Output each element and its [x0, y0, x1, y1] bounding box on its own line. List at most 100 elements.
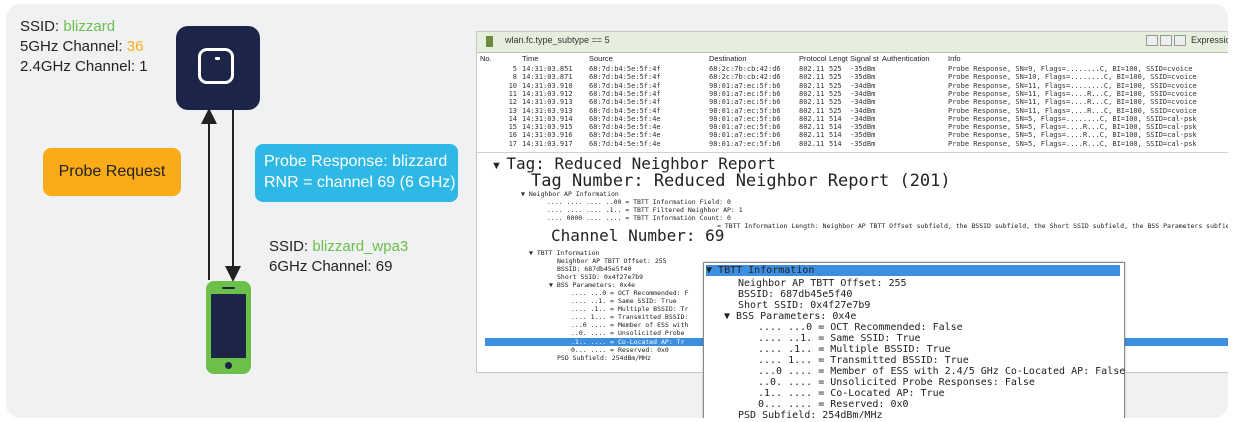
bss-multiple-bssid: .... .1.. = Multiple BSSID: Tr	[571, 305, 689, 313]
packet-cell: 514	[829, 114, 842, 123]
packet-row[interactable]: 12 14:31:03.913 68:7d:b4:5e:5f:4f 98:01:a7:…	[477, 98, 1228, 106]
packet-row[interactable]: 14 14:31:03.914 68:7d:b4:5e:5f:4e 98:01:a7:…	[477, 115, 1228, 123]
access-point-glyph	[198, 48, 234, 84]
clear-filter-icon[interactable]	[1146, 35, 1159, 47]
packet-cell: 525	[829, 65, 842, 73]
ap-5ghz-channel: 5GHz Channel: 36	[20, 38, 144, 55]
col-protocol[interactable]: Protocol	[799, 54, 827, 63]
packet-cell: 802.11	[799, 81, 825, 90]
bss-transmitted: .... 1... = Transmitted BSSID:	[571, 313, 689, 321]
packet-cell: -34dBm	[850, 114, 876, 123]
packet-cell: 98:01:a7:ec:5f:b6	[709, 98, 781, 107]
col-destination[interactable]: Destination	[709, 54, 747, 63]
packet-cell: 525	[829, 89, 842, 98]
probe-response-line2: RNR = channel 69 (6 GHz)	[264, 174, 456, 191]
packet-cell: Probe Response, SN=10, Flags=........C, …	[948, 73, 1197, 82]
packet-cell: -35dBm	[850, 131, 876, 140]
filter-dropdown-icon[interactable]	[1174, 35, 1187, 47]
col-no[interactable]: No.	[480, 54, 492, 63]
packet-row[interactable]: 15 14:31:03.915 68:7d:b4:5e:5f:4e 98:01:a7:…	[477, 123, 1228, 131]
packet-cell: -35dBm	[850, 139, 876, 148]
col-source[interactable]: Source	[589, 54, 613, 63]
packet-cell: -34dBm	[850, 106, 876, 115]
packet-cell: 68:7d:b4:5e:5f:4f	[589, 89, 661, 98]
packet-cell: 14:31:03.871	[522, 73, 573, 82]
packet-cell: 68:7d:b4:5e:5f:4f	[589, 98, 661, 107]
packet-row[interactable]: 10 14:31:03.910 68:7d:b4:5e:5f:4f 98:01:a7:…	[477, 82, 1228, 90]
packet-cell: 5	[512, 65, 517, 73]
access-point-led	[215, 57, 220, 60]
tbtt-count: .... 0000 .... .... = TBTT Information C…	[547, 214, 731, 222]
packet-row[interactable]: 16 14:31:03.916 68:7d:b4:5e:5f:4e 98:01:a7:…	[477, 131, 1228, 139]
tbtt-filtered: .... .... .... .1.. = TBTT Filtered Neig…	[547, 206, 743, 214]
col-info[interactable]: Info	[948, 54, 961, 63]
packet-cell: 98:01:a7:ec:5f:b6	[709, 81, 781, 90]
bss-member-ess: ...0 .... = Member of ESS with	[571, 321, 689, 329]
packet-cell: 68:7d:b4:5e:5f:4f	[589, 106, 661, 115]
packet-cell: 14:31:03.916	[522, 131, 573, 140]
arrows	[201, 108, 241, 282]
packet-cell: 68:7d:b4:5e:5f:4f	[589, 65, 661, 73]
packet-cell: 525	[829, 98, 842, 107]
bss-oct: .... ...0 = OCT Recommended: F	[571, 289, 689, 297]
col-auth[interactable]: Authentication	[882, 54, 930, 63]
col-length[interactable]: Lengt	[829, 54, 848, 63]
tbtt-information[interactable]: ▼ TBTT Information	[529, 249, 599, 257]
packet-cell: 16	[508, 131, 517, 140]
packet-cell: 68:7d:b4:5e:5f:4e	[589, 139, 661, 148]
neighbor-ap-info[interactable]: ▼ Neighbor AP Information	[521, 190, 619, 198]
packet-cell: 98:01:a7:ec:5f:b6	[709, 89, 781, 98]
expression-button[interactable]: Expression...	[1191, 35, 1228, 45]
tbtt-zoom-popup: ▼ TBTT Information Neighbor AP TBTT Offs…	[703, 262, 1125, 418]
popup-reserved: 0... .... = Reserved: 0x0	[758, 399, 909, 410]
packet-cell: -35dBm	[850, 123, 876, 132]
popup-transmitted: .... 1... = Transmitted BSSID: True	[758, 355, 969, 366]
channel-number: Channel Number: 69	[551, 226, 725, 245]
ap-5ghz-channel-value: 36	[126, 38, 144, 55]
packet-cell: 15	[508, 123, 517, 132]
probe-response-box: Probe Response: blizzard RNR = channel 6…	[255, 144, 458, 202]
packet-cell: 68:2c:7b:cb:42:d6	[709, 73, 781, 82]
col-time[interactable]: Time	[522, 54, 538, 63]
packet-cell: 14:31:03.913	[522, 98, 573, 107]
packet-row[interactable]: 17 14:31:03.917 68:7d:b4:5e:5f:4e 98:01:a7:…	[477, 140, 1228, 148]
popup-oct: .... ...0 = OCT Recommended: False	[758, 322, 963, 333]
packet-cell: 802.11	[799, 89, 825, 98]
packet-cell: 98:01:a7:ec:5f:b6	[709, 123, 781, 132]
packet-row[interactable]: 13 14:31:03.913 68:7d:b4:5e:5f:4f 98:01:a7:…	[477, 107, 1228, 115]
packet-cell: 802.11	[799, 114, 825, 123]
bss-co-located[interactable]: .1.. .... = Co-Located AP: Tr	[571, 338, 685, 346]
packet-cell: Probe Response, SN=11, Flags=....R...C, …	[948, 89, 1197, 98]
popup-offset: Neighbor AP TBTT Offset: 255	[738, 278, 907, 289]
display-filter-input[interactable]: wlan.fc.type_subtype == 5	[505, 35, 610, 45]
col-signal[interactable]: Signal st	[850, 54, 879, 63]
packet-cell: 14:31:03.912	[522, 89, 573, 98]
popup-psd: PSD Subfield: 254dBm/MHz	[738, 410, 883, 418]
packet-row[interactable]: 11 14:31:03.912 68:7d:b4:5e:5f:4f 98:01:a7:…	[477, 90, 1228, 98]
packet-cell: 98:01:a7:ec:5f:b6	[709, 114, 781, 123]
packet-cell: 8	[512, 73, 517, 82]
bookmark-icon	[486, 36, 493, 47]
smartphone-icon	[206, 281, 251, 374]
access-point-icon	[176, 26, 260, 110]
bss-parameters[interactable]: ▼ BSS Parameters: 0x4e	[549, 281, 635, 289]
packet-cell: 14	[508, 114, 517, 123]
popup-bss-params[interactable]: ▼ BSS Parameters: 0x4e	[724, 311, 856, 322]
packet-cell: 14:31:03.913	[522, 106, 573, 115]
packet-cell: 11	[508, 89, 517, 98]
tbtt-info-field: .... .... .... ..00 = TBTT Information F…	[547, 198, 731, 206]
packet-cell: 68:2c:7b:cb:42:d6	[709, 65, 781, 73]
probe-response-line1: Probe Response: blizzard	[264, 153, 448, 170]
apply-filter-icon[interactable]	[1160, 35, 1173, 47]
packet-row[interactable]: 8 14:31:03.871 68:7d:b4:5e:5f:4f 68:2c:7b:c…	[477, 73, 1228, 81]
packet-cell: Probe Response, SN=5, Flags=....R...C, B…	[948, 139, 1197, 148]
display-filter-bar[interactable]: wlan.fc.type_subtype == 5 Expression...	[477, 32, 1228, 53]
packet-cell: 802.11	[799, 139, 825, 148]
packet-cell: 68:7d:b4:5e:5f:4e	[589, 114, 661, 123]
packet-cell: 68:7d:b4:5e:5f:4f	[589, 73, 661, 82]
popup-unsolicited: ..0. .... = Unsolicited Probe Responses:…	[758, 377, 1035, 388]
phone-speaker	[222, 287, 235, 289]
popup-title[interactable]: ▼ TBTT Information	[706, 265, 1120, 276]
packet-row[interactable]: 5 14:31:03.851 68:7d:b4:5e:5f:4f 68:2c:7b:c…	[477, 65, 1228, 73]
packet-cell: -34dBm	[850, 81, 876, 90]
